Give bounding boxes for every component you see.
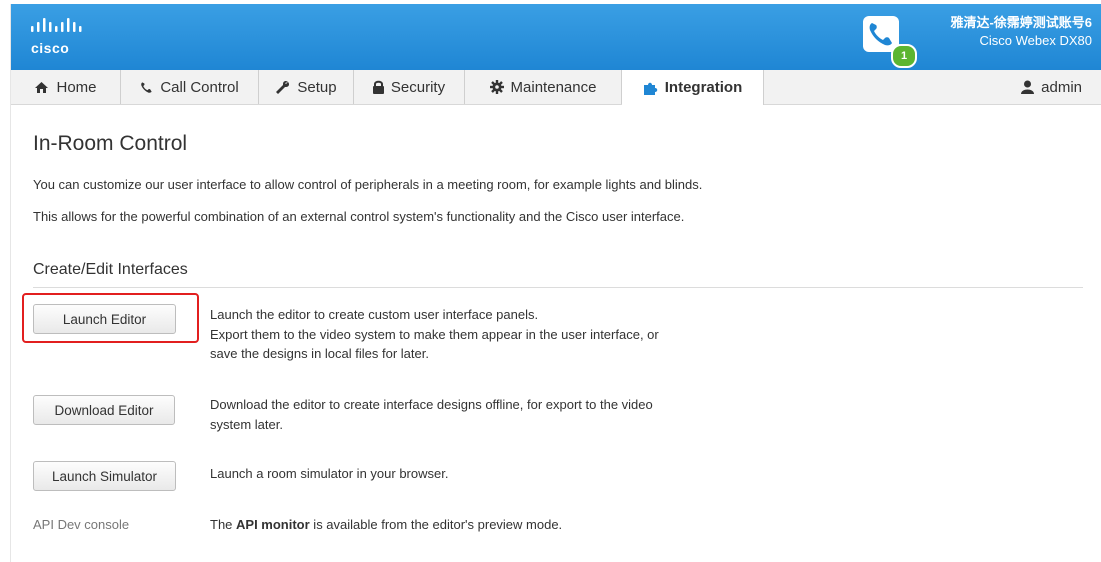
app-frame: cisco 1 雅清达-徐霈婷测试账号6 Cisco Webex DX80 Ho… (10, 4, 1101, 562)
api-monitor-description: The API monitor is available from the ed… (210, 515, 730, 535)
phone-icon (140, 81, 153, 94)
phone-icon (869, 23, 892, 46)
tab-label: Setup (297, 78, 337, 96)
top-header: cisco 1 雅清达-徐霈婷测试账号6 Cisco Webex DX80 (11, 4, 1101, 70)
desc-line: Export them to the video system to make … (210, 326, 659, 342)
download-editor-description: Download the editor to create interface … (210, 395, 730, 434)
tab-maintenance[interactable]: Maintenance (465, 70, 622, 104)
api-dev-console-label: API Dev console (33, 517, 130, 532)
tab-home[interactable]: Home (11, 70, 121, 104)
tab-label: Home (56, 78, 97, 96)
user-icon (1021, 80, 1035, 94)
device-info: 雅清达-徐霈婷测试账号6 Cisco Webex DX80 (950, 14, 1092, 50)
section-divider (33, 287, 1083, 288)
intro-text-1: You can customize our user interface to … (33, 177, 703, 192)
tab-security[interactable]: Security (354, 70, 465, 104)
desc-line: system later. (210, 416, 283, 432)
main-nav: Home Call Control Setup Security Mainten… (11, 70, 1101, 105)
cisco-logo: cisco (31, 16, 111, 60)
desc-line: Download the editor to create interface … (210, 397, 653, 412)
call-count-badge: 1 (891, 44, 917, 68)
cisco-wordmark: cisco (31, 40, 70, 56)
tab-setup[interactable]: Setup (259, 70, 354, 104)
lock-icon (372, 80, 384, 94)
device-name: 雅清达-徐霈婷测试账号6 (950, 15, 1092, 30)
intro-text-2: This allows for the powerful combination… (33, 209, 685, 224)
tab-integration[interactable]: Integration (622, 70, 764, 105)
launch-editor-description: Launch the editor to create custom user … (210, 305, 730, 364)
user-label: admin (1041, 78, 1082, 96)
wrench-icon (275, 80, 290, 95)
tab-call-control[interactable]: Call Control (121, 70, 259, 104)
user-menu[interactable]: admin (1002, 70, 1082, 104)
home-icon (34, 81, 49, 94)
tab-label: Call Control (160, 78, 239, 96)
api-desc-pre: The (210, 517, 237, 532)
tab-label: Integration (664, 79, 743, 96)
cisco-bars-icon (31, 18, 82, 32)
section-title: Create/Edit Interfaces (33, 261, 188, 278)
puzzle-icon (643, 81, 658, 95)
gear-icon (489, 80, 504, 94)
device-model: Cisco Webex DX80 (979, 33, 1092, 48)
launch-editor-button[interactable]: Launch Editor (33, 304, 176, 334)
desc-line: Launch the editor to create custom user … (210, 307, 539, 322)
desc-line: save the designs in local files for late… (210, 346, 429, 361)
download-editor-button[interactable]: Download Editor (33, 395, 175, 425)
launch-simulator-button[interactable]: Launch Simulator (33, 461, 176, 491)
tab-label: Maintenance (510, 78, 597, 96)
tab-label: Security (390, 78, 446, 96)
api-monitor-text: API monitor (236, 517, 310, 532)
page-title: In-Room Control (33, 132, 188, 155)
launch-simulator-description: Launch a room simulator in your browser. (210, 466, 449, 481)
api-desc-post: is available from the editor's preview m… (309, 517, 563, 532)
